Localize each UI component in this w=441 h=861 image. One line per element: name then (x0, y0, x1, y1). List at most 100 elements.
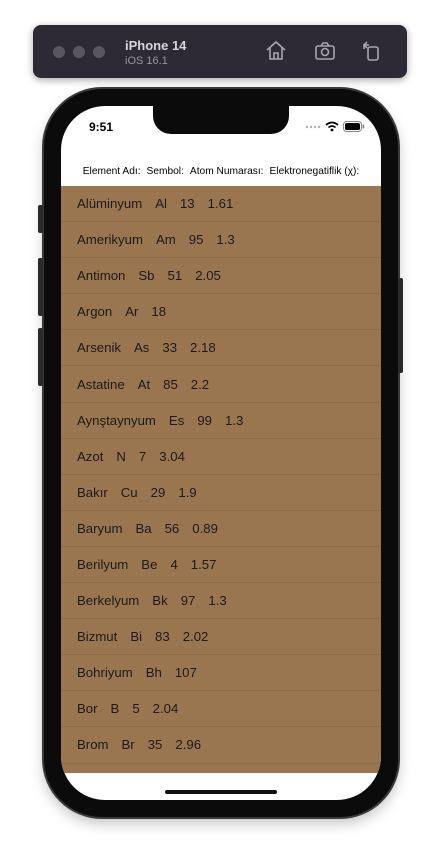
element-atomic-number: 18 (151, 304, 167, 320)
element-atomic-number: 33 (162, 340, 178, 356)
element-electronegativity: 2.96 (175, 737, 202, 753)
list-item[interactable]: Bakır Cu 29 1.9 (61, 475, 381, 511)
element-atomic-number: 51 (167, 268, 183, 284)
element-atomic-number: 97 (180, 593, 196, 609)
home-icon[interactable] (264, 39, 288, 63)
element-name: Arsenik (77, 340, 121, 356)
element-electronegativity: 1.9 (178, 484, 197, 500)
element-atomic-number: 4 (170, 556, 178, 572)
silent-switch (38, 205, 43, 233)
element-electronegativity: 1.3 (208, 593, 227, 609)
element-name: Bakır (77, 484, 108, 500)
os-version: iOS 16.1 (125, 55, 168, 67)
volume-up-button (38, 258, 43, 316)
element-electronegativity: 1.3 (216, 232, 235, 248)
element-symbol: At (137, 376, 151, 392)
element-electronegativity: 2.18 (190, 340, 216, 356)
element-list[interactable]: Alüminyum Al 13 1.61 Amerikyum Am 95 1.3 Antimon… (61, 186, 381, 773)
element-symbol: B (110, 701, 120, 717)
element-electronegativity: 1.61 (207, 196, 234, 212)
element-electronegativity: 2.2 (190, 376, 210, 392)
list-item[interactable]: Berilyum Be 4 1.57 (61, 547, 381, 584)
element-electronegativity: 2.05 (195, 268, 221, 284)
element-electronegativity: 3.04 (159, 448, 185, 464)
element-symbol: Es (168, 412, 185, 428)
element-atomic-number: 5 (132, 701, 140, 717)
list-item[interactable]: Aynştaynyum Es 99 1.3 (61, 403, 381, 439)
list-item[interactable]: Berkelyum Bk 97 1.3 (61, 583, 381, 620)
element-atomic-number: 95 (188, 232, 204, 248)
element-atomic-number: 13 (179, 196, 195, 212)
element-name: Aynştaynyum (77, 412, 156, 428)
element-electronegativity: 2.04 (152, 701, 179, 717)
list-item[interactable]: Antimon Sb 51 2.05 (61, 258, 381, 295)
element-symbol: Bi (130, 629, 143, 645)
volume-down-button (38, 328, 43, 386)
wifi-icon (325, 121, 339, 131)
element-symbol: Ar (125, 304, 139, 320)
element-symbol: Al (155, 196, 167, 212)
element-atomic-number: 99 (197, 412, 212, 428)
element-name: Brom (77, 737, 109, 753)
simulator-toolbar: iPhone 14 iOS 16.1 (33, 25, 407, 78)
element-electronegativity: 0.89 (192, 520, 218, 536)
element-name: Bohriyum (77, 665, 133, 681)
element-symbol: Bh (145, 665, 162, 681)
element-atomic-number: 83 (155, 629, 170, 645)
list-item[interactable]: Baryum Ba 56 0.89 (61, 511, 381, 547)
list-item[interactable]: Argon Ar 18 (61, 294, 381, 331)
element-symbol: Ba (135, 520, 152, 536)
list-item[interactable]: Bor B 5 2.04 (61, 691, 381, 728)
list-item[interactable]: Astatine At 85 2.2 (61, 366, 381, 403)
element-atomic-number: 7 (138, 448, 147, 464)
list-item[interactable]: Alüminyum Al 13 1.61 (61, 186, 381, 223)
notch (153, 106, 289, 134)
cellular-signal-icon (305, 125, 321, 129)
element-name: Astatine (77, 376, 125, 392)
list-item[interactable]: Azot N 7 3.04 (61, 439, 381, 475)
element-symbol: Be (141, 556, 158, 572)
rotate-icon[interactable] (359, 39, 383, 63)
element-name: Argon (77, 304, 113, 320)
list-item[interactable]: Amerikyum Am 95 1.3 (61, 222, 381, 259)
element-atomic-number: 29 (150, 484, 166, 500)
header-atomic-number: Atom Numarası: (189, 165, 264, 177)
element-name: Bizmut (77, 629, 118, 645)
element-symbol: As (133, 340, 150, 356)
element-atomic-number: 85 (163, 376, 178, 392)
list-item[interactable]: Bizmut Bi 83 2.02 (61, 619, 381, 656)
element-symbol: N (116, 448, 126, 464)
status-icons (305, 120, 365, 132)
element-atomic-number: 107 (174, 665, 197, 681)
element-name: Alüminyum (77, 196, 143, 212)
window-minimize-icon[interactable] (73, 46, 85, 58)
element-electronegativity: 1.3 (224, 412, 244, 428)
status-time: 9:51 (89, 120, 114, 134)
element-symbol: Cu (120, 484, 138, 500)
element-symbol: Sb (138, 268, 155, 284)
home-indicator[interactable] (165, 790, 277, 794)
element-symbol: Br (121, 737, 135, 753)
element-name: Baryum (77, 520, 123, 536)
element-electronegativity: 2.02 (182, 629, 209, 645)
battery-icon (343, 120, 365, 132)
list-item[interactable]: Bohriyum Bh 107 (61, 655, 381, 692)
element-symbol: Bk (152, 593, 168, 609)
element-symbol: Am (155, 232, 176, 248)
list-item[interactable]: Brom Br 35 2.96 (61, 727, 381, 764)
column-header: Element Adı: Sembol: Atom Numarası: Elek… (61, 158, 381, 184)
list-item[interactable]: Arsenik As 33 2.18 (61, 330, 381, 367)
power-button (398, 278, 403, 373)
element-electronegativity: 1.57 (190, 556, 217, 572)
element-name: Berilyum (77, 556, 129, 572)
window-close-icon[interactable] (53, 46, 65, 58)
element-name: Amerikyum (77, 232, 143, 248)
element-name: Berkelyum (77, 593, 140, 609)
header-electronegativity: Elektronegatiflik (χ): (269, 165, 360, 177)
screenshot-icon[interactable] (313, 39, 337, 63)
element-atomic-number: 56 (164, 520, 180, 536)
window-zoom-icon[interactable] (93, 46, 105, 58)
element-atomic-number: 35 (147, 737, 163, 753)
device-screen: 9:51 Element Adı: Sembol: Atom Numarası:… (61, 106, 381, 800)
header-element-name: Element Adı: (82, 165, 141, 177)
